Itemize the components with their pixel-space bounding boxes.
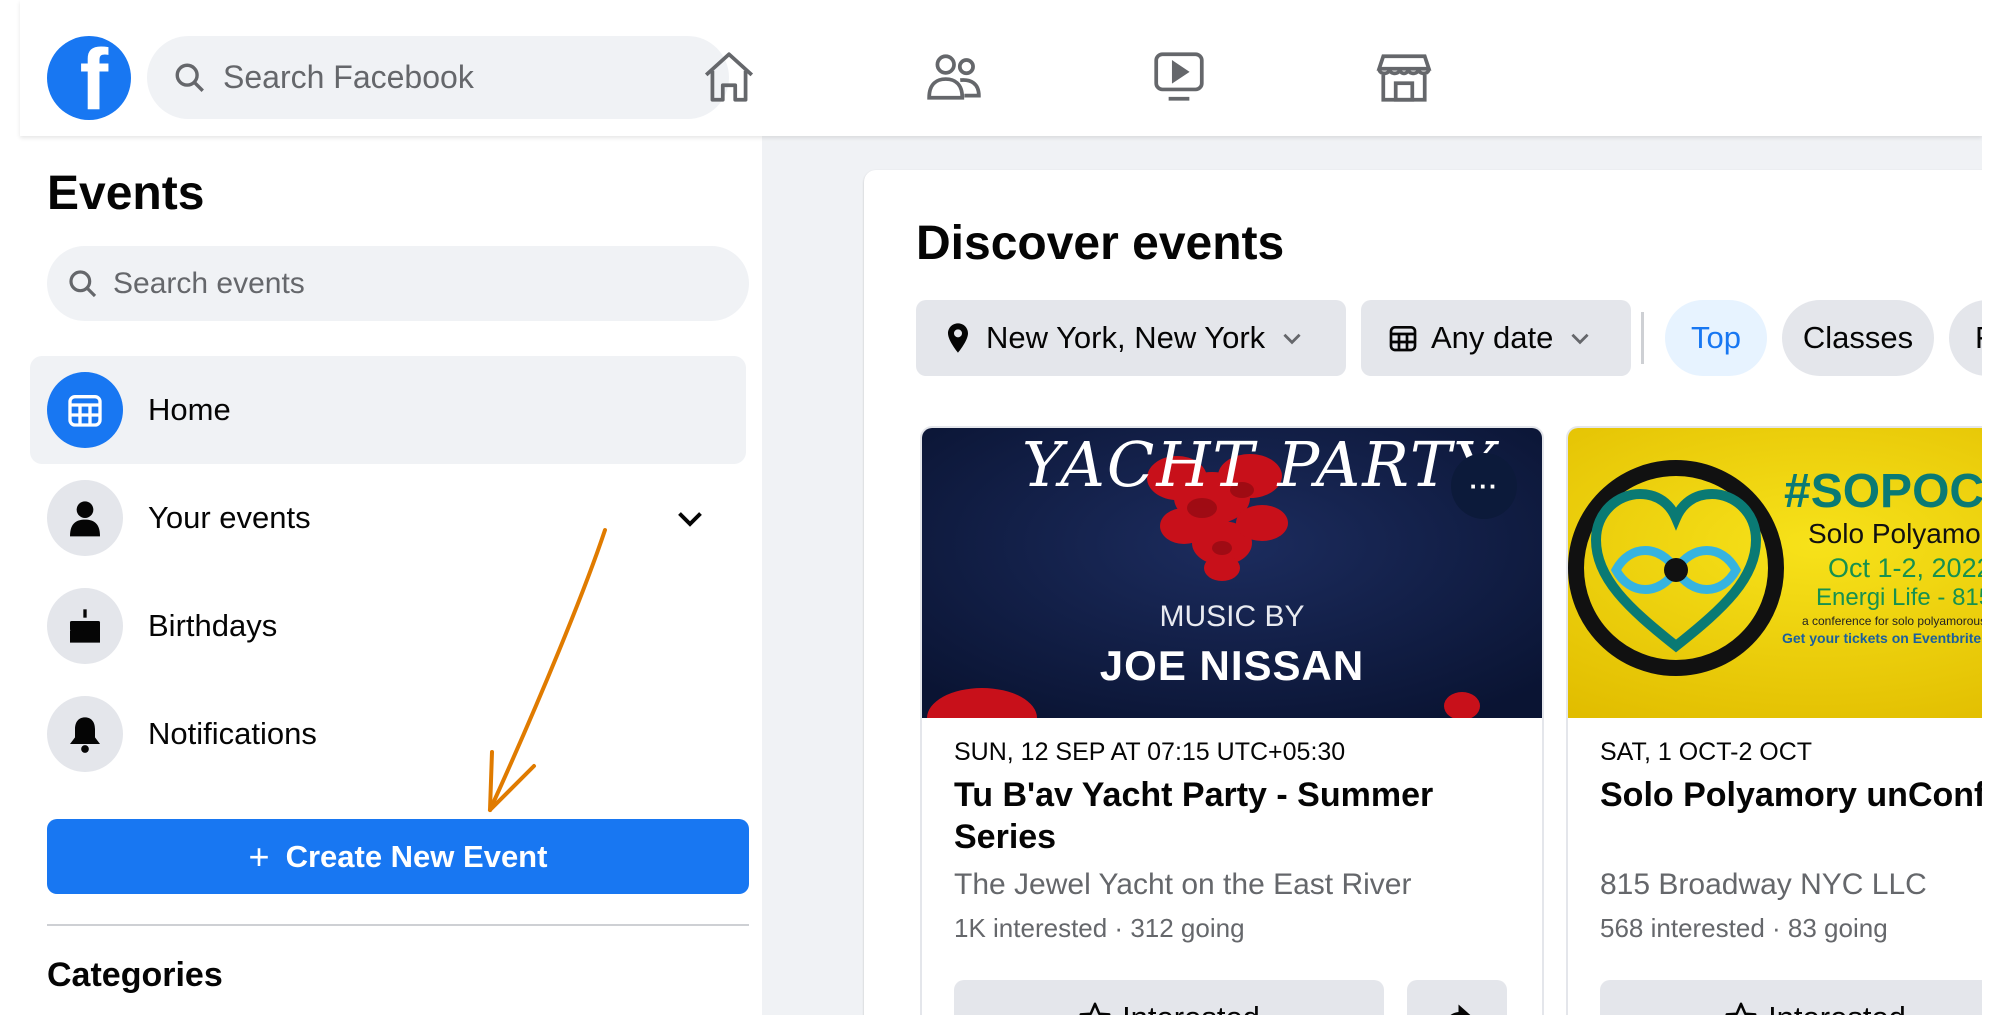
image-text-line: a conference for solo polyamorous p	[1802, 614, 1997, 628]
image-artist-text: JOE NISSAN	[1099, 642, 1365, 689]
image-text-line: Energi Life - 815 B	[1816, 584, 1999, 611]
chevron-down-icon[interactable]	[672, 500, 708, 536]
event-date: SUN, 12 SEP AT 07:15 UTC+05:30	[954, 738, 1346, 766]
image-text-line: Get your tickets on Eventbrite! s	[1782, 630, 1998, 646]
events-sidebar: Events Search events Home Your events Bi…	[20, 136, 762, 1035]
image-title-text: #SOPOCO:	[1784, 465, 1999, 518]
app-frame: f Search Facebook Events Search events H…	[0, 0, 1999, 1035]
image-text-line: Solo Polyamory	[1808, 518, 1999, 549]
location-pin-icon	[948, 323, 968, 353]
top-navigation-bar: f Search Facebook	[20, 0, 1982, 136]
more-options-button[interactable]: ···	[1451, 453, 1517, 519]
search-events-placeholder: Search events	[113, 266, 305, 300]
image-title-text: YACHT PARTY	[1022, 428, 1497, 501]
watch-icon[interactable]	[1150, 48, 1208, 106]
facebook-logo-letter: f	[79, 36, 109, 120]
create-new-event-button[interactable]: + Create New Event	[47, 819, 749, 894]
marketplace-icon[interactable]	[1375, 48, 1433, 106]
date-filter-label: Any date	[1431, 320, 1554, 355]
sidebar-item-your-events[interactable]: Your events	[30, 464, 746, 572]
event-card[interactable]: #SOPOCO: Solo Polyamory Oct 1-2, 2022 | …	[1566, 426, 1999, 1035]
sidebar-title: Events	[47, 167, 205, 220]
sidebar-item-label: Birthdays	[148, 608, 278, 643]
location-filter-label: New York, New York	[986, 320, 1266, 355]
image-text-line: Oct 1-2, 2022 | N	[1828, 553, 1999, 583]
event-card[interactable]: YACHT PARTY MUSIC BY JOE NISSAN ··· SUN,…	[920, 426, 1544, 1035]
event-image[interactable]: #SOPOCO: Solo Polyamory Oct 1-2, 2022 | …	[1568, 428, 1999, 718]
filter-divider	[1641, 312, 1644, 364]
main-content: Discover events New York, New York Any d…	[762, 136, 1999, 1035]
tab-top[interactable]: Top	[1665, 300, 1767, 376]
tab-classes[interactable]: Classes	[1782, 300, 1934, 376]
event-image[interactable]: YACHT PARTY MUSIC BY JOE NISSAN	[922, 428, 1542, 718]
home-icon[interactable]	[700, 48, 758, 106]
person-icon	[47, 480, 123, 556]
chevron-down-icon	[1283, 333, 1301, 345]
create-new-event-label: Create New Event	[285, 838, 548, 874]
page-title: Discover events	[916, 217, 1285, 270]
sidebar-item-home[interactable]: Home	[30, 356, 746, 464]
facebook-search-input[interactable]: Search Facebook	[147, 36, 729, 119]
search-events-input[interactable]: Search events	[47, 246, 749, 321]
event-stats: 568 interested · 83 going	[1600, 913, 1888, 943]
cake-icon	[47, 588, 123, 664]
friends-icon[interactable]	[925, 48, 983, 106]
bottom-edge-margin	[0, 1015, 1999, 1035]
image-subtitle-text: MUSIC BY	[1159, 600, 1305, 633]
event-stats: 1K interested · 312 going	[954, 913, 1245, 943]
right-edge-margin	[1982, 0, 1999, 1035]
calendar-icon	[47, 372, 123, 448]
search-icon	[175, 63, 204, 92]
plus-icon: +	[248, 835, 270, 877]
sidebar-item-label: Your events	[148, 500, 311, 535]
sidebar-item-label: Home	[148, 392, 231, 427]
sidebar-item-notifications[interactable]: Notifications	[30, 680, 746, 788]
calendar-icon	[1389, 326, 1417, 352]
event-venue: 815 Broadway NYC LLC	[1600, 868, 1927, 901]
event-venue: The Jewel Yacht on the East River	[954, 868, 1412, 901]
sidebar-divider	[47, 924, 749, 926]
date-filter[interactable]: Any date	[1361, 300, 1631, 376]
sidebar-item-birthdays[interactable]: Birthdays	[30, 572, 746, 680]
bell-icon	[47, 696, 123, 772]
sidebar-item-label: Notifications	[148, 716, 317, 751]
event-title[interactable]: Tu B'av Yacht Party - Summer Series	[954, 774, 1514, 858]
categories-heading: Categories	[47, 956, 223, 994]
event-title[interactable]: Solo Polyamory unConfe 2022	[1600, 774, 1999, 816]
chevron-down-icon	[1571, 333, 1589, 345]
search-placeholder: Search Facebook	[223, 59, 474, 95]
location-filter[interactable]: New York, New York	[916, 300, 1346, 376]
discover-events-panel: Discover events New York, New York Any d…	[864, 170, 1999, 1035]
facebook-logo[interactable]: f	[47, 36, 131, 120]
event-date: SAT, 1 OCT-2 OCT	[1600, 738, 1813, 766]
search-icon	[69, 269, 97, 297]
